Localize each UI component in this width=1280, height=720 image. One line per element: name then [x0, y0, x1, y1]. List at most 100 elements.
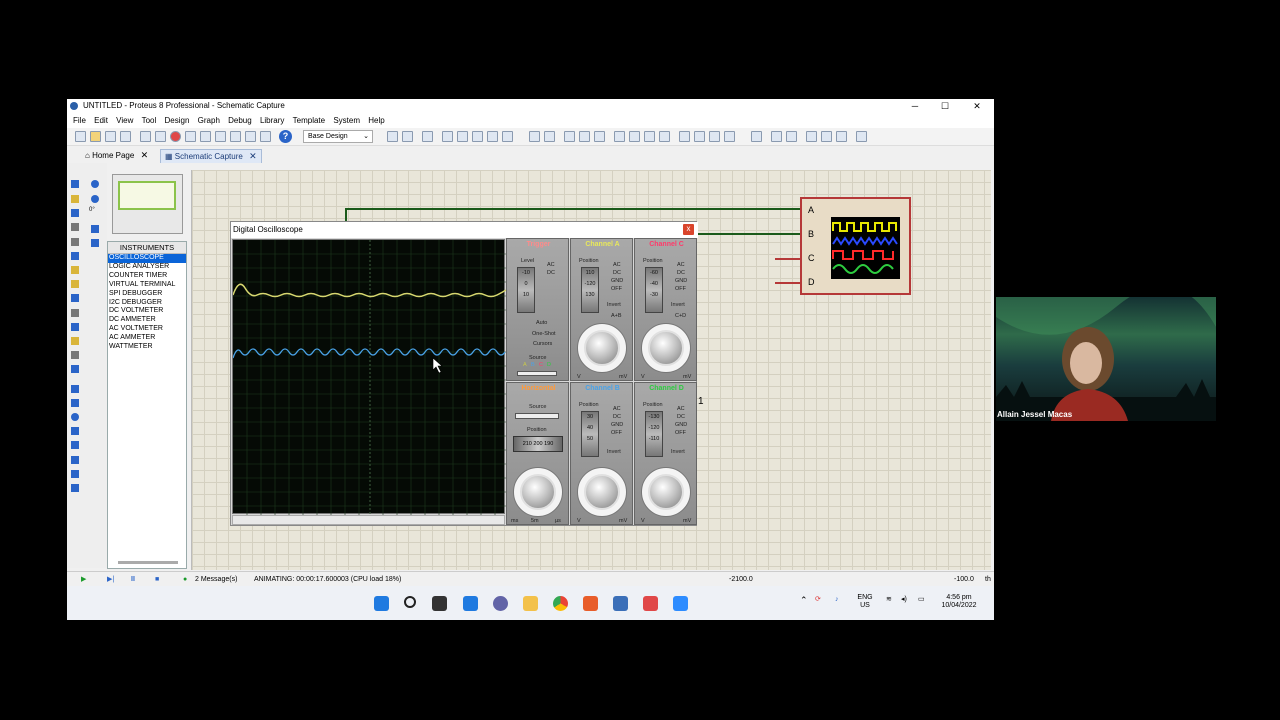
- source-slider[interactable]: [517, 371, 557, 376]
- pins-icon[interactable]: [71, 294, 79, 302]
- menu-file[interactable]: File: [73, 114, 86, 128]
- grid-icon[interactable]: [402, 131, 413, 142]
- coupling-gnd[interactable]: GND: [611, 278, 623, 285]
- component-mode-icon[interactable]: [71, 195, 79, 203]
- line-tool-icon[interactable]: [71, 385, 79, 393]
- coupling-dc[interactable]: DC: [677, 414, 685, 421]
- minimize-button[interactable]: ─: [900, 99, 930, 114]
- matlab-icon[interactable]: [583, 596, 598, 611]
- channel-c-position-strip[interactable]: -60 -40 -30: [645, 267, 663, 313]
- screen-scrollbar[interactable]: [232, 515, 505, 525]
- coupling-ac[interactable]: AC: [677, 406, 685, 413]
- list-item[interactable]: AC AMMETER: [108, 334, 186, 343]
- list-item[interactable]: DC VOLTMETER: [108, 307, 186, 316]
- list-item[interactable]: DC AMMETER: [108, 316, 186, 325]
- menu-graph[interactable]: Graph: [198, 114, 220, 128]
- decompose-icon[interactable]: [724, 131, 735, 142]
- search-tag-icon[interactable]: [771, 131, 782, 142]
- component-icon[interactable]: [155, 131, 166, 142]
- origin-icon[interactable]: [422, 131, 433, 142]
- import-icon[interactable]: [120, 131, 131, 142]
- source-b[interactable]: B: [531, 362, 535, 369]
- cut-icon[interactable]: [564, 131, 575, 142]
- home-icon[interactable]: [140, 131, 151, 142]
- wire-channel-d[interactable]: [775, 282, 800, 284]
- menu-system[interactable]: System: [333, 114, 360, 128]
- copy-icon[interactable]: [579, 131, 590, 142]
- list-item[interactable]: AC VOLTMETER: [108, 325, 186, 334]
- gerber-icon[interactable]: [245, 131, 256, 142]
- remove-sheet-icon[interactable]: [821, 131, 832, 142]
- block-delete-icon[interactable]: [659, 131, 670, 142]
- coupling-off[interactable]: OFF: [611, 286, 622, 293]
- channel-a-volts-knob[interactable]: [584, 330, 620, 366]
- make-device-icon[interactable]: [694, 131, 705, 142]
- zoom-app-icon[interactable]: [673, 596, 688, 611]
- arc-tool-icon[interactable]: [71, 427, 79, 435]
- subcircuit-icon[interactable]: [71, 266, 79, 274]
- invert-label[interactable]: Invert: [671, 302, 685, 309]
- channel-b-volts-knob[interactable]: [584, 474, 620, 510]
- selection-mode-icon[interactable]: [71, 180, 79, 188]
- new-file-icon[interactable]: [75, 131, 86, 142]
- search-icon[interactable]: [404, 596, 416, 608]
- list-item[interactable]: WATTMETER: [108, 343, 186, 352]
- widgets-icon[interactable]: [463, 596, 478, 611]
- report-icon[interactable]: [260, 131, 271, 142]
- invert-label[interactable]: Invert: [671, 449, 685, 456]
- marker-tool-icon[interactable]: [71, 484, 79, 492]
- path-tool-icon[interactable]: [71, 441, 79, 449]
- overview-window[interactable]: [112, 174, 183, 234]
- rotation-value[interactable]: 0°: [89, 207, 95, 213]
- wire-channel-b[interactable]: [697, 233, 800, 235]
- channel-d-position-strip[interactable]: -130 -120 -110: [645, 411, 663, 457]
- mode-cursors[interactable]: Cursors: [533, 341, 552, 348]
- list-item[interactable]: OSCILLOSCOPE: [108, 254, 186, 263]
- wifi-icon[interactable]: ≋: [886, 596, 892, 604]
- coupling-off[interactable]: OFF: [611, 430, 622, 437]
- text-tool-icon[interactable]: [71, 456, 79, 464]
- tab-close-icon[interactable]: ✕: [141, 150, 149, 160]
- wire-autorouter-icon[interactable]: [786, 131, 797, 142]
- battery-icon[interactable]: ▭: [918, 596, 925, 604]
- circle-tool-icon[interactable]: [71, 413, 79, 421]
- timebase-knob[interactable]: [520, 474, 556, 510]
- zoom-area-icon[interactable]: [502, 131, 513, 142]
- goto-sheet-icon[interactable]: [836, 131, 847, 142]
- menu-tool[interactable]: Tool: [142, 114, 157, 128]
- zoom-out-icon[interactable]: [472, 131, 483, 142]
- save-icon[interactable]: [105, 131, 116, 142]
- block-copy-icon[interactable]: [614, 131, 625, 142]
- stop-button[interactable]: ■: [155, 575, 159, 584]
- open-folder-icon[interactable]: [90, 131, 101, 142]
- step-button[interactable]: ▶|: [107, 575, 114, 584]
- invert-label[interactable]: Invert: [607, 449, 621, 456]
- buses-icon[interactable]: [71, 252, 79, 260]
- mirror-x-icon[interactable]: [91, 225, 99, 233]
- undo-icon[interactable]: [529, 131, 540, 142]
- new-sheet-icon[interactable]: [806, 131, 817, 142]
- coupling-ac[interactable]: AC: [677, 262, 685, 269]
- coupling-dc[interactable]: DC: [613, 414, 621, 421]
- oscilloscope-close-button[interactable]: x: [683, 224, 694, 235]
- microphone-icon[interactable]: ♪: [835, 596, 839, 604]
- proteus-taskbar-icon[interactable]: [613, 596, 628, 611]
- channel-d-volts-knob[interactable]: [648, 474, 684, 510]
- mirror-y-icon[interactable]: [91, 239, 99, 247]
- coupling-gnd[interactable]: GND: [611, 422, 623, 429]
- zoom-in-icon[interactable]: [457, 131, 468, 142]
- horizontal-position-strip[interactable]: 210 200 190: [513, 436, 563, 452]
- coupling-off[interactable]: OFF: [675, 286, 686, 293]
- source-d[interactable]: D: [547, 362, 551, 369]
- messages-count[interactable]: 2 Message(s): [195, 575, 237, 584]
- coupling-dc[interactable]: DC: [547, 270, 555, 277]
- coupling-off[interactable]: OFF: [675, 430, 686, 437]
- tab-home-page[interactable]: ⌂ Home Page ✕: [81, 149, 152, 163]
- property-assignment-icon[interactable]: [751, 131, 762, 142]
- source-a[interactable]: A: [523, 362, 527, 369]
- coupling-ac[interactable]: AC: [547, 262, 555, 269]
- refresh-icon[interactable]: [387, 131, 398, 142]
- list-item[interactable]: SPI DEBUGGER: [108, 290, 186, 299]
- maximize-button[interactable]: ☐: [930, 99, 960, 114]
- block-move-icon[interactable]: [629, 131, 640, 142]
